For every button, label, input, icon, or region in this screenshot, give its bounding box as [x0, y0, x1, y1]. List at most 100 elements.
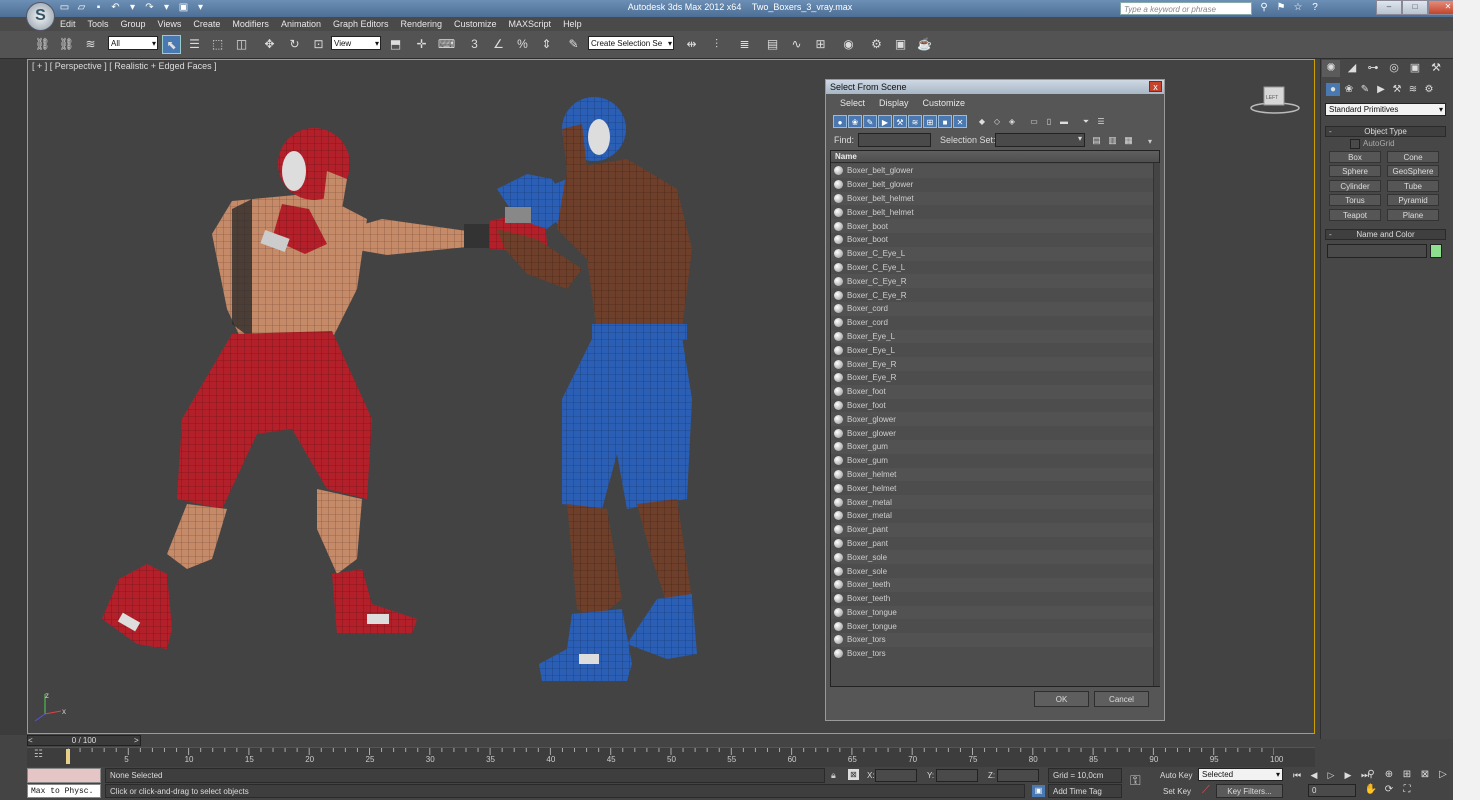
select-move-icon[interactable]: ✥: [260, 35, 279, 54]
list-item[interactable]: Boxer_metal: [831, 509, 1153, 523]
help-icon[interactable]: ?: [1309, 1, 1321, 14]
display-lights-icon[interactable]: ✎: [863, 115, 877, 128]
blue-boxer-model[interactable]: [497, 97, 697, 681]
maximize-button[interactable]: □: [1402, 0, 1428, 15]
zoom-extents-icon[interactable]: ⊞: [1400, 768, 1414, 781]
time-tag-icon[interactable]: ▣: [1032, 785, 1045, 797]
zoom-all-icon[interactable]: ⊕: [1382, 768, 1396, 781]
display-all-icon[interactable]: ◆: [975, 115, 989, 128]
display-xrefs-icon[interactable]: ■: [938, 115, 952, 128]
list-item[interactable]: Boxer_Eye_R: [831, 371, 1153, 385]
list-item[interactable]: Boxer_belt_helmet: [831, 205, 1153, 219]
project-folder-icon[interactable]: ▣: [177, 1, 190, 14]
application-menu-icon[interactable]: S: [26, 2, 55, 31]
select-all-icon[interactable]: ▭: [1027, 115, 1041, 128]
object-type-rollout[interactable]: - Object Type: [1325, 126, 1446, 137]
set-key-button[interactable]: Set Key: [1163, 787, 1191, 796]
select-by-name-icon[interactable]: ☰: [185, 35, 204, 54]
select-scale-icon[interactable]: ⊡: [309, 35, 328, 54]
graphite-ribbon-icon[interactable]: ▤: [763, 35, 782, 54]
save-file-icon[interactable]: ▪: [92, 1, 105, 14]
shapes-icon[interactable]: ❀: [1342, 83, 1356, 96]
tube-button[interactable]: Tube: [1387, 180, 1439, 192]
geosphere-button[interactable]: GeoSphere: [1387, 165, 1439, 177]
spinner-snap-icon[interactable]: ⇕: [537, 35, 556, 54]
render-setup-icon[interactable]: ⚙: [867, 35, 886, 54]
list-scrollbar[interactable]: [1153, 163, 1160, 686]
play-icon[interactable]: ▷: [1324, 769, 1338, 781]
list-item[interactable]: Boxer_sole: [831, 550, 1153, 565]
list-item[interactable]: Boxer_tongue: [831, 619, 1153, 633]
list-item[interactable]: Boxer_tongue: [831, 605, 1153, 620]
helpers-icon[interactable]: ⚒: [1390, 83, 1404, 96]
binoculars-icon[interactable]: ⚲: [1258, 1, 1270, 14]
key-filter-icon[interactable]: ⟋: [1202, 784, 1210, 797]
menu-edit[interactable]: Edit: [60, 17, 76, 31]
selection-filter-dropdown[interactable]: All: [108, 36, 158, 50]
maxscript-listener-mini[interactable]: [27, 768, 101, 783]
geometry-icon[interactable]: ●: [1326, 83, 1340, 96]
autogrid-checkbox[interactable]: AutoGrid: [1350, 139, 1395, 149]
zoom-icon[interactable]: ⚲: [1364, 768, 1378, 781]
list-item[interactable]: Boxer_gum: [831, 454, 1153, 468]
key-selection-dropdown[interactable]: Selected: [1198, 768, 1283, 781]
red-boxer-model[interactable]: [102, 128, 547, 649]
name-color-rollout[interactable]: - Name and Color: [1325, 229, 1446, 240]
unlink-icon[interactable]: ⛓: [57, 35, 76, 54]
find-input[interactable]: [858, 133, 931, 147]
menu-maxscript[interactable]: MAXScript: [509, 17, 552, 31]
snaps-toggle-icon[interactable]: 3: [465, 35, 484, 54]
display-space-warps-icon[interactable]: ≋: [908, 115, 922, 128]
select-object-icon[interactable]: ⬉: [162, 35, 181, 54]
z-coordinate-input[interactable]: [997, 769, 1039, 782]
edit-named-selection-icon[interactable]: ✎: [564, 35, 583, 54]
undo-dropdown-icon[interactable]: ▾: [126, 1, 139, 14]
menu-graph-editors[interactable]: Graph Editors: [333, 17, 389, 31]
maximize-viewport-icon[interactable]: ⛶: [1400, 783, 1414, 796]
selection-set-dropdown[interactable]: [995, 133, 1085, 147]
list-item[interactable]: Boxer_C_Eye_R: [831, 288, 1153, 302]
zoom-extents-all-icon[interactable]: ⊠: [1418, 768, 1432, 781]
subscription-icon[interactable]: ⚑: [1275, 1, 1287, 14]
help-search-input[interactable]: Type a keyword or phrase: [1120, 2, 1252, 15]
time-slider[interactable]: 0 / 100: [27, 735, 141, 746]
scene-object-list[interactable]: Name Boxer_belt_glower Boxer_belt_glower B…: [830, 150, 1160, 687]
curve-editor-icon[interactable]: ∿: [787, 35, 806, 54]
time-slider-next[interactable]: >: [134, 736, 139, 745]
motion-tab-icon[interactable]: ◎: [1385, 60, 1403, 77]
maxscript-input[interactable]: Max to Physc.: [27, 784, 101, 798]
undo-icon[interactable]: ↶: [109, 1, 122, 14]
dialog-menu-display[interactable]: Display: [879, 98, 909, 108]
list-item[interactable]: Boxer_C_Eye_L: [831, 246, 1153, 261]
box-button[interactable]: Box: [1329, 151, 1381, 163]
absolute-transform-icon[interactable]: ⊠: [848, 769, 859, 780]
object-color-swatch[interactable]: [1430, 244, 1442, 258]
cameras-icon[interactable]: ▶: [1374, 83, 1388, 96]
display-geometry-icon[interactable]: ●: [833, 115, 847, 128]
menu-tools[interactable]: Tools: [88, 17, 109, 31]
list-item[interactable]: Boxer_Eye_L: [831, 343, 1153, 357]
list-item[interactable]: Boxer_teeth: [831, 592, 1153, 606]
ok-button[interactable]: OK: [1034, 691, 1089, 707]
torus-button[interactable]: Torus: [1329, 194, 1381, 206]
keyboard-shortcut-override-icon[interactable]: ⌨: [437, 35, 456, 54]
list-item[interactable]: Boxer_Eye_L: [831, 329, 1153, 344]
y-coordinate-input[interactable]: [936, 769, 978, 782]
pan-icon[interactable]: ✋: [1364, 783, 1378, 796]
star-icon[interactable]: ☆: [1292, 1, 1304, 14]
list-item[interactable]: Boxer_glower: [831, 426, 1153, 440]
select-children-icon[interactable]: ▤: [1090, 134, 1103, 147]
list-item[interactable]: Boxer_pant: [831, 522, 1153, 537]
previous-frame-icon[interactable]: ◀: [1307, 769, 1321, 781]
list-item[interactable]: Boxer_cord: [831, 316, 1153, 330]
go-to-start-icon[interactable]: ⏮: [1290, 769, 1304, 781]
select-rotate-icon[interactable]: ↻: [285, 35, 304, 54]
menu-create[interactable]: Create: [193, 17, 220, 31]
list-item[interactable]: Boxer_boot: [831, 219, 1153, 233]
filter-options-icon[interactable]: ☰: [1094, 115, 1108, 128]
object-name-input[interactable]: [1327, 244, 1427, 258]
list-item[interactable]: Boxer_boot: [831, 233, 1153, 247]
pyramid-button[interactable]: Pyramid: [1387, 194, 1439, 206]
cancel-button[interactable]: Cancel: [1094, 691, 1149, 707]
orbit-icon[interactable]: ⟳: [1382, 783, 1396, 796]
